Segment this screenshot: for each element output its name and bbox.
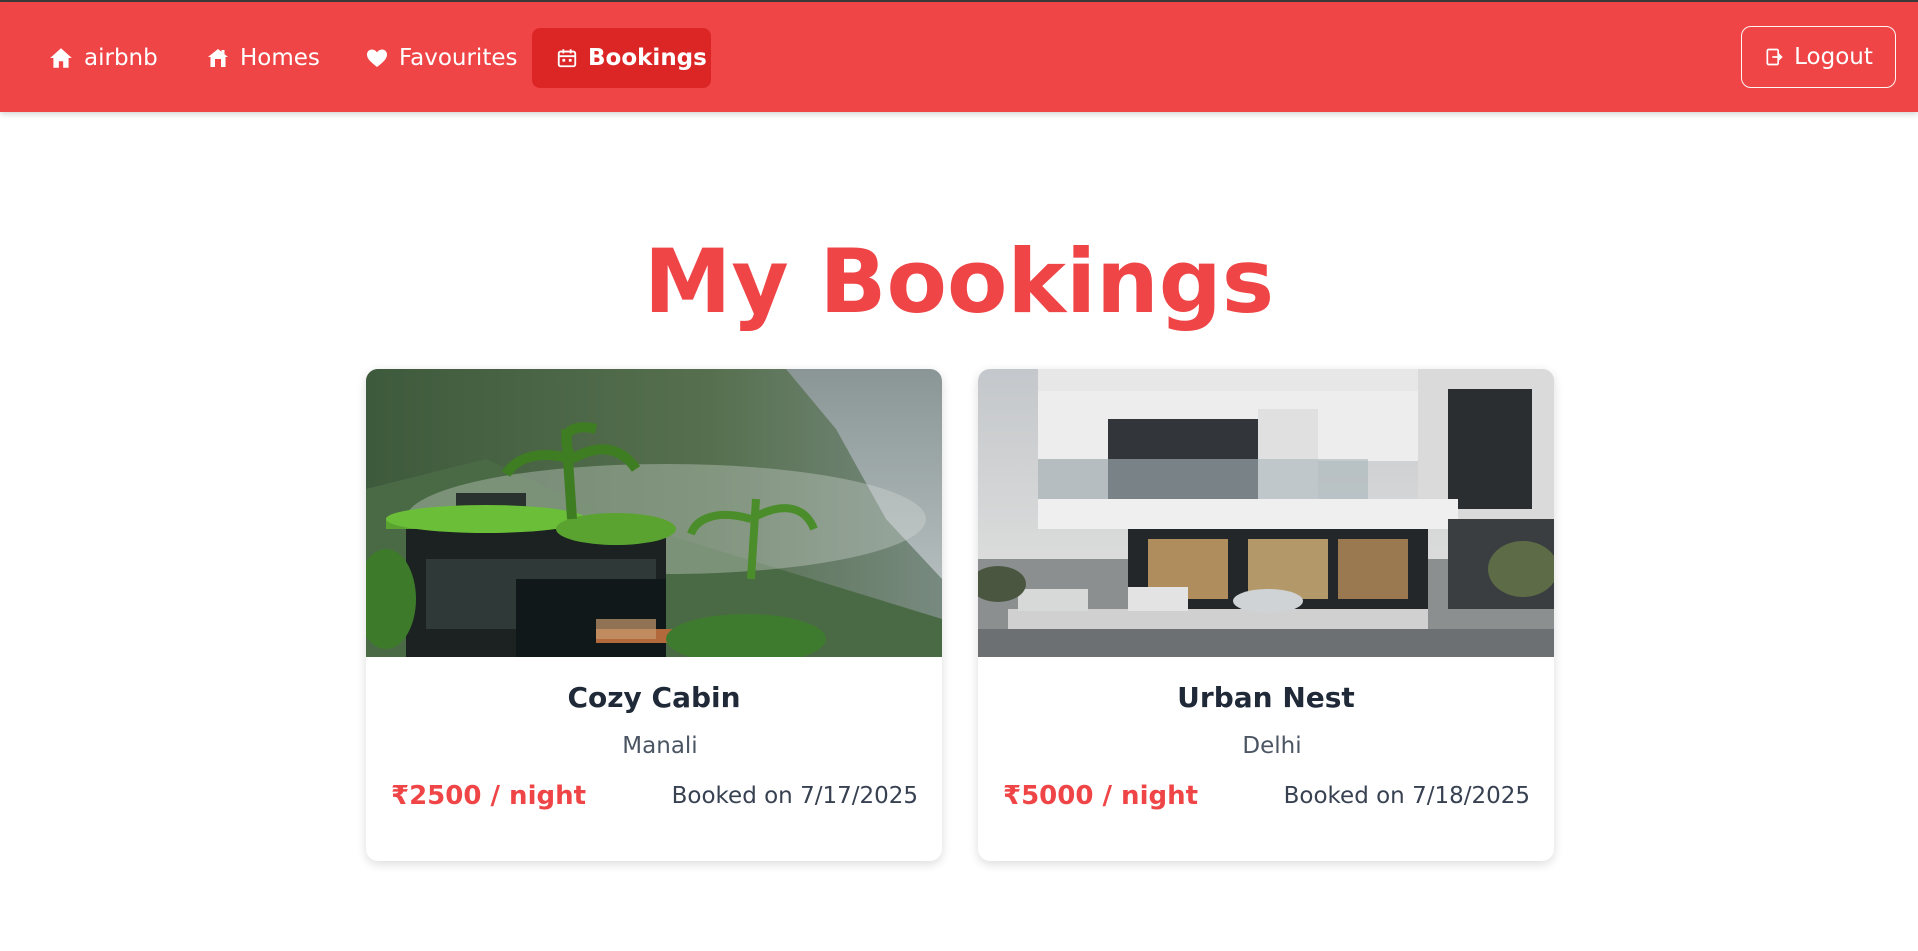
heart-icon — [365, 46, 389, 70]
booking-image-cabin — [366, 369, 942, 657]
logout-label: Logout — [1794, 44, 1873, 70]
booking-date: Booked on 7/18/2025 — [1283, 783, 1530, 809]
nav-brand-label: airbnb — [84, 45, 158, 71]
logout-button[interactable]: Logout — [1741, 26, 1896, 88]
booking-card[interactable]: Cozy Cabin Manali ₹2500 / night Booked o… — [366, 369, 942, 861]
booking-card[interactable]: Urban Nest Delhi ₹5000 / night Booked on… — [978, 369, 1554, 861]
booking-price: ₹5000 / night — [1003, 781, 1199, 811]
nav-brand-link[interactable]: airbnb — [24, 28, 182, 88]
nav-favourites-link[interactable]: Favourites — [341, 28, 541, 88]
booking-date: Booked on 7/17/2025 — [671, 783, 918, 809]
nav-bookings-label: Bookings — [588, 45, 707, 71]
nav-homes-label: Homes — [240, 45, 320, 71]
booking-image-urban — [978, 369, 1554, 657]
nav-homes-link[interactable]: Homes — [182, 28, 344, 88]
booking-title: Urban Nest — [1177, 681, 1355, 714]
booking-title: Cozy Cabin — [567, 681, 741, 714]
booking-location: Manali — [622, 733, 698, 759]
calendar-icon — [556, 47, 578, 69]
booking-location: Delhi — [1242, 733, 1302, 759]
page-title: My Bookings — [643, 230, 1275, 333]
nav-favourites-label: Favourites — [399, 45, 518, 71]
homes-icon — [206, 46, 230, 70]
nav-bookings-link[interactable]: Bookings — [532, 28, 711, 88]
top-navbar: airbnb Homes Favourites Bookings Logout — [0, 2, 1918, 112]
house-icon — [48, 45, 74, 71]
logout-icon — [1764, 46, 1784, 68]
booking-price: ₹2500 / night — [391, 781, 587, 811]
